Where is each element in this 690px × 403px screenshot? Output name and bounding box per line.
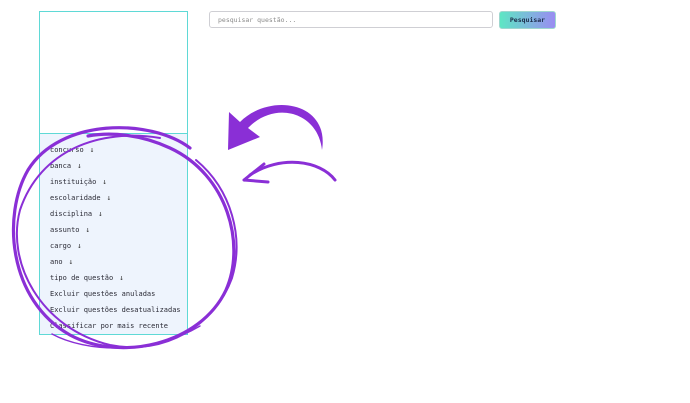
filter-banca[interactable]: banca ↓ bbox=[50, 160, 82, 172]
filter-label: concurso bbox=[50, 146, 84, 154]
arrow-down-icon: ↓ bbox=[77, 241, 82, 250]
filter-label: disciplina bbox=[50, 210, 93, 218]
arrow-down-icon: ↓ bbox=[77, 161, 82, 170]
option-classificar-recente[interactable]: Classificar por mais recente bbox=[50, 320, 168, 332]
filter-disciplina[interactable]: disciplina ↓ bbox=[50, 208, 103, 220]
arrow-down-icon: ↓ bbox=[119, 273, 124, 282]
sidebar-top-panel bbox=[39, 11, 188, 134]
arrow-down-icon: ↓ bbox=[68, 257, 74, 266]
search-input[interactable] bbox=[209, 11, 493, 28]
filter-panel: concurso ↓ banca ↓ instituição ↓ escolarida… bbox=[39, 133, 188, 335]
filter-assunto[interactable]: assunto ↓ bbox=[50, 224, 90, 236]
arrow-down-icon: ↓ bbox=[102, 177, 107, 186]
arrow-down-icon: ↓ bbox=[89, 145, 95, 154]
filter-label: tipo de questão bbox=[50, 274, 114, 282]
filter-cargo[interactable]: cargo ↓ bbox=[50, 240, 82, 252]
curved-arrow-icon bbox=[228, 105, 337, 184]
filter-tipo-de-questao[interactable]: tipo de questão ↓ bbox=[50, 272, 124, 284]
filter-label: assunto bbox=[50, 226, 80, 234]
arrow-down-icon: ↓ bbox=[98, 209, 103, 218]
arrow-down-icon: ↓ bbox=[106, 193, 112, 202]
filter-label: escolaridade bbox=[50, 194, 101, 202]
arrow-down-icon: ↓ bbox=[85, 225, 91, 234]
option-excluir-anuladas[interactable]: Excluir questões anuladas bbox=[50, 288, 155, 300]
filter-concurso[interactable]: concurso ↓ bbox=[50, 144, 94, 156]
filter-instituicao[interactable]: instituição ↓ bbox=[50, 176, 107, 188]
filter-label: instituição bbox=[50, 178, 97, 186]
filter-label: ano bbox=[50, 258, 63, 266]
filter-ano[interactable]: ano ↓ bbox=[50, 256, 73, 268]
filter-label: banca bbox=[50, 162, 72, 170]
filter-label: cargo bbox=[50, 242, 72, 250]
filter-escolaridade[interactable]: escolaridade ↓ bbox=[50, 192, 111, 204]
search-button[interactable]: Pesquisar bbox=[499, 11, 556, 29]
option-excluir-desatualizadas[interactable]: Excluir questões desatualizadas bbox=[50, 304, 181, 316]
